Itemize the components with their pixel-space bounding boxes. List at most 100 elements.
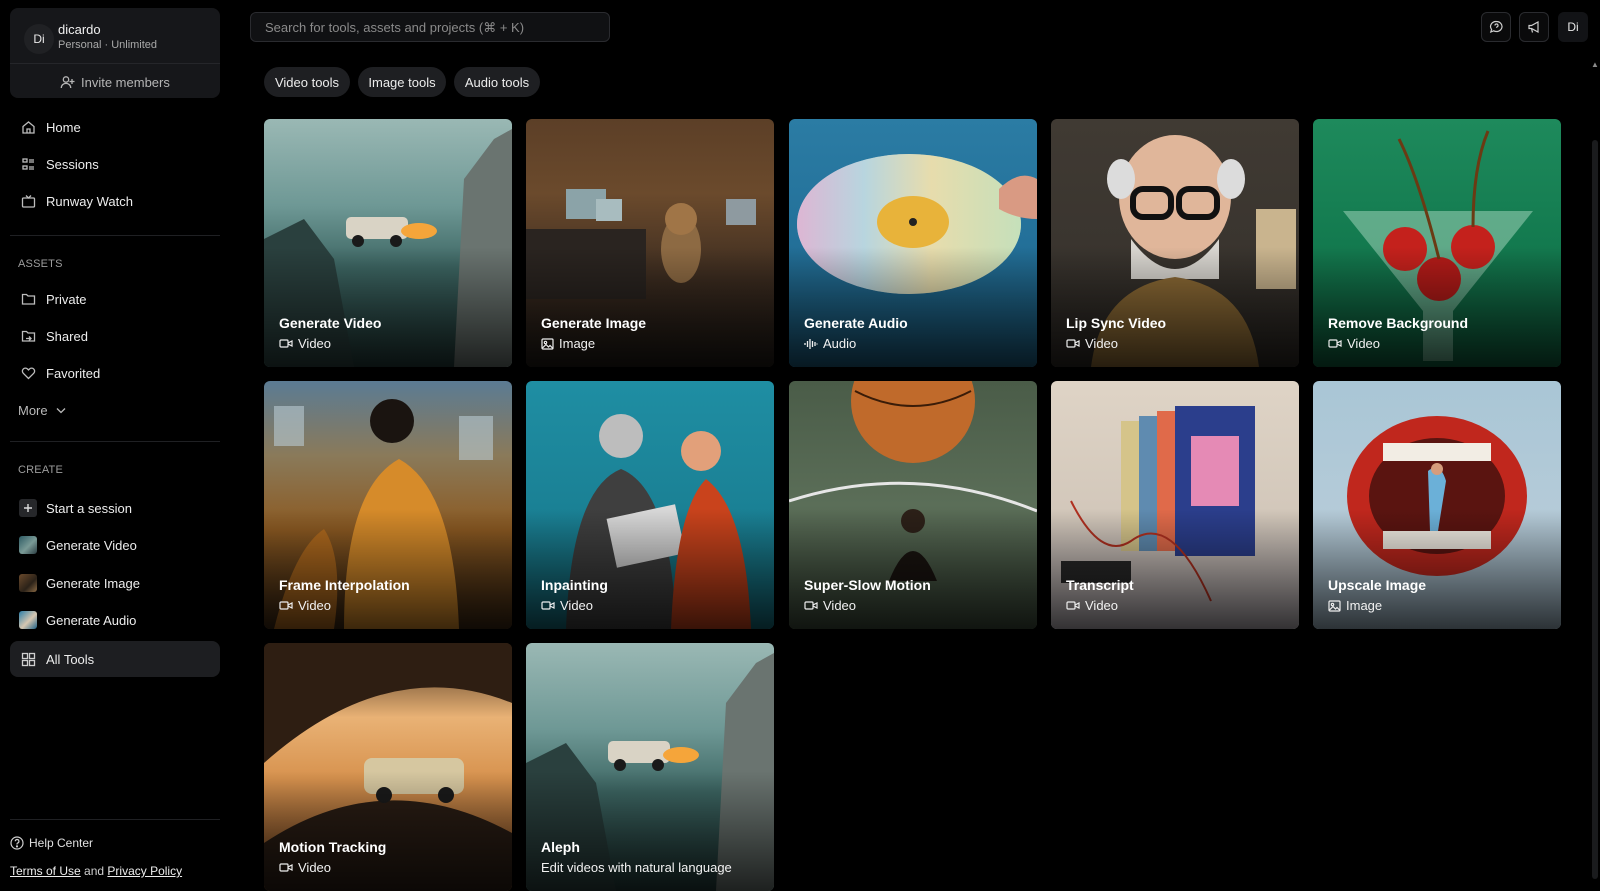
card-type: Video — [279, 598, 331, 613]
shared-folder-icon — [10, 329, 46, 343]
image-icon — [1328, 599, 1341, 612]
card-title: Aleph — [541, 839, 580, 855]
nav-runway-watch[interactable]: Runway Watch — [10, 183, 220, 219]
generate-video-thumbnail — [19, 536, 37, 554]
tool-card-generate-audio[interactable]: Generate Audio Audio — [789, 119, 1037, 367]
nav-start-session[interactable]: Start a session — [10, 490, 220, 526]
card-type: Video — [1066, 598, 1118, 613]
nav-sessions[interactable]: Sessions — [10, 146, 220, 182]
tool-card-transcript[interactable]: Transcript Video — [1051, 381, 1299, 629]
nav-generate-image[interactable]: Generate Image — [10, 565, 220, 601]
filter-image-tools[interactable]: Image tools — [358, 67, 446, 97]
nav-home[interactable]: Home — [10, 109, 220, 145]
card-type: Video — [1066, 336, 1118, 351]
card-description: Edit videos with natural language — [541, 860, 732, 875]
tool-card-inpainting[interactable]: Inpainting Video — [526, 381, 774, 629]
account-name[interactable]: dicardo — [58, 22, 101, 37]
nav-shared[interactable]: Shared — [10, 318, 220, 354]
nav-start-session-label: Start a session — [46, 500, 132, 516]
card-title: Super-Slow Motion — [804, 577, 931, 593]
nav-generate-image-label: Generate Image — [46, 575, 140, 591]
tool-card-generate-video[interactable]: Generate Video Video — [264, 119, 512, 367]
card-title: Generate Image — [541, 315, 647, 331]
nav-generate-audio-label: Generate Audio — [46, 612, 137, 628]
user-avatar[interactable]: Di — [1558, 12, 1588, 42]
terms-link[interactable]: Terms of Use — [10, 864, 81, 878]
image-icon — [541, 337, 554, 350]
divider — [10, 235, 220, 236]
scrollbar[interactable] — [1592, 140, 1598, 879]
tool-card-motion-tracking[interactable]: Motion Tracking Video — [264, 643, 512, 891]
filter-audio-tools[interactable]: Audio tools — [454, 67, 540, 97]
card-type: Audio — [804, 336, 856, 351]
and-text: and — [84, 864, 105, 878]
nav-generate-video[interactable]: Generate Video — [10, 527, 220, 563]
audio-icon — [804, 338, 818, 350]
divider — [10, 819, 220, 820]
card-title: Motion Tracking — [279, 839, 387, 855]
nav-private[interactable]: Private — [10, 281, 220, 317]
sidebar: Di dicardo Personal · Unlimited Invite m… — [0, 0, 234, 879]
card-type: Image — [541, 336, 595, 351]
video-icon — [279, 862, 293, 873]
video-icon — [279, 338, 293, 349]
card-title: Lip Sync Video — [1066, 315, 1167, 331]
grid-icon — [10, 652, 46, 667]
search-box[interactable] — [250, 12, 610, 42]
video-icon — [1066, 338, 1080, 349]
privacy-link[interactable]: Privacy Policy — [107, 864, 182, 878]
heart-icon — [10, 366, 46, 380]
tool-card-frame-interpolation[interactable]: Frame Interpolation Video — [264, 381, 512, 629]
video-icon — [1066, 600, 1080, 611]
tool-card-remove-background[interactable]: Remove Background Video — [1313, 119, 1561, 367]
card-type: Video — [279, 860, 331, 875]
invite-members-label: Invite members — [81, 74, 170, 90]
video-icon — [279, 600, 293, 611]
nav-sessions-label: Sessions — [46, 156, 99, 172]
card-title: Inpainting — [541, 577, 608, 593]
home-icon — [10, 120, 46, 135]
generate-image-thumbnail — [19, 574, 37, 592]
nav-favorited[interactable]: Favorited — [10, 355, 220, 391]
card-type: Image — [1328, 598, 1382, 613]
nav-more[interactable]: More — [10, 392, 220, 428]
video-icon — [541, 600, 555, 611]
tool-card-super-slow-motion[interactable]: Super-Slow Motion Video — [789, 381, 1037, 629]
announcements-button[interactable] — [1519, 12, 1549, 42]
card-type: Video — [279, 336, 331, 351]
divider — [10, 441, 220, 442]
search-input[interactable] — [251, 13, 609, 41]
megaphone-icon — [1527, 20, 1542, 34]
card-title: Transcript — [1066, 577, 1134, 593]
card-title: Generate Audio — [804, 315, 908, 331]
tool-card-lip-sync-video[interactable]: Lip Sync Video Video — [1051, 119, 1299, 367]
nav-generate-audio[interactable]: Generate Audio — [10, 602, 220, 638]
generate-audio-thumbnail — [19, 611, 37, 629]
video-icon — [1328, 338, 1342, 349]
card-type: Video — [1328, 336, 1380, 351]
scroll-up-arrow[interactable]: ▲ — [1591, 60, 1599, 69]
folder-icon — [10, 292, 46, 306]
card-title: Frame Interpolation — [279, 577, 410, 593]
nav-favorited-label: Favorited — [46, 365, 101, 381]
nav-private-label: Private — [46, 291, 87, 307]
divider — [10, 63, 220, 64]
sessions-icon — [10, 157, 46, 172]
card-title: Upscale Image — [1328, 577, 1427, 593]
feedback-button[interactable] — [1481, 12, 1511, 42]
account-plan: Personal · Unlimited — [58, 39, 158, 51]
plus-icon — [10, 499, 46, 517]
nav-generate-video-label: Generate Video — [46, 537, 137, 553]
tool-card-upscale-image[interactable]: Upscale Image Image — [1313, 381, 1561, 629]
invite-members-button[interactable]: Invite members — [60, 72, 170, 92]
help-center-link[interactable]: Help Center — [10, 836, 93, 850]
help-icon — [10, 836, 24, 850]
tool-card-generate-image[interactable]: Generate Image Image — [526, 119, 774, 367]
card-title: Remove Background — [1328, 315, 1469, 331]
tool-card-aleph[interactable]: Aleph Edit videos with natural language — [526, 643, 774, 891]
card-type: Video — [541, 598, 593, 613]
nav-all-tools[interactable]: All Tools — [10, 641, 220, 677]
account-avatar[interactable]: Di — [24, 24, 54, 54]
filter-video-tools[interactable]: Video tools — [264, 67, 350, 97]
nav-all-tools-label: All Tools — [46, 651, 95, 667]
